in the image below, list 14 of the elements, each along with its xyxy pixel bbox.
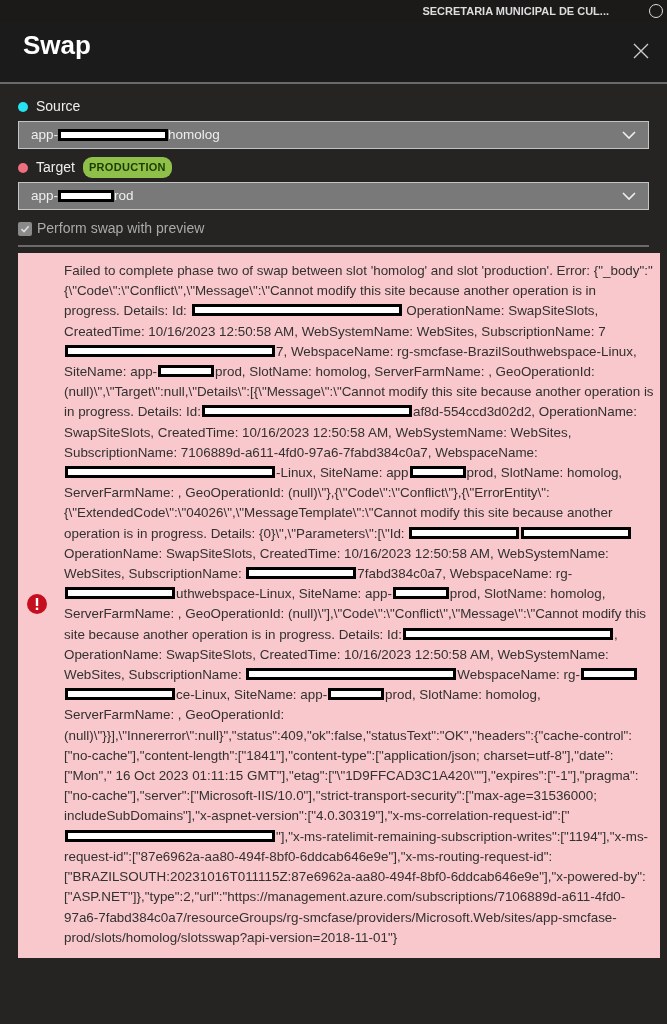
target-dropdown[interactable]: app- rod (18, 182, 649, 210)
source-dropdown[interactable]: app- homolog (18, 121, 649, 149)
source-dot (18, 101, 28, 112)
source-label: Source (36, 97, 81, 116)
environment-badge: PRODUCTION (82, 157, 172, 178)
chevron-down-icon (622, 191, 636, 201)
error-icon (26, 593, 48, 616)
target-label: Target (36, 158, 75, 177)
chevron-down-icon (622, 130, 636, 140)
error-message: Failed to complete phase two of swap between slot 'homolog' and slot 'production'. Error: {"_body":"{\"Code\":\"Conflict\",\"Message\":\"Cannot modify this site because another operation is in progress. Details: Id: OperationName: SwapSiteSlots, CreatedTime: 10/16/2023 12:50:58 AM, WebSystemName: WebSites, SubscriptionName: 7 7, WebspaceName: rg-smcfase-BrazilSouthwebspace-Linux, SiteName: app- prod, SlotName: homolog, ServerFarmName: , GeoOperationId: (null)\",\"Target\":null,\"Details\":[{\"Message\":\"Cannot modify this site because another operation is in progress. Details: Id: af8d-554ccd3d02d2, OperationName: SwapSiteSlots, CreatedTime: 10/16/2023 12:50:58 AM, WebSystemName: WebSites, SubscriptionName: 7106889d-a611-4fd0-97a6-7fabd384c0a7, WebspaceName: -Linux, SiteName: app prod, SlotName: homolog, ServerFarmName: , GeoOperationId: (null)\"},{\"Code\":\"Conflict\"},{\"ErrorEntity\":{\"ExtendedCode\":\"04026\",\"MessageTemplate\":\"Cannot modify this site because another operation is in progress. Details: {0}\",\"Parameters\":[\"Id: OperationName: SwapSiteSlots, CreatedTime: 10/16/2023 12:50:58 AM, WebSystemName: WebSites, SubscriptionName: 7fabd384c0a7, WebspaceName: rg- uthwebspace-Linux, SiteName: app- prod, SlotName: homolog, ServerFarmName: , GeoOperationId: (null)\"],\"Code\":\"Conflict\",\"Message\":\"Cannot modify this site because another operation is in progress. Details: Id: , OperationName: SwapSiteSlots, CreatedTime: 10/16/2023 12:50:58 AM, WebSystemName: WebSites, SubscriptionName: WebspaceName: rg- ce-Linux, SiteName: app- prod, SlotName: homolog, ServerFarmName: , GeoOperationId: (null)\"}}],\"Innererror\":null}","status":409,"ok":false,"statusText":"OK","headers":{"cache-control":["no-cache"],"content-length":["1841"],"content-type":["application/json; charset=utf-8"],"date":["Mon"," 16 Oct 2023 01:11:15 GMT"],"etag":["\"1D9FFCAD3C1A420\""],"expires":["-1"],"pragma":["no-cache"],"server":["Microsoft-IIS/10.0"],"strict-transport-security":["max-age=31536000; includeSubDomains"],"x-aspnet-version":["4.0.30319"],"x-ms-correlation-request-id":[" "],"x-ms-ratelimit-remaining-subscription-writes":["1194"],"x-ms-request-id":["87e6962a-aa80-494f-8bf0-6ddcab646e9e"],"x-ms-routing-request-id":["BRAZILSOUTH:20231016T011115Z:87e6962a-aa80-494f-8bf0-6ddcab646e9e"],"x-powered-by":["ASP.NET"]},"type":2,"url":"https://management.azure.com/subscriptions/7106889d-a611-4fd0-97a6-7fabd384c0a7/resourceGroups/rg-smcfase/providers/Microsoft.Web/sites/app-smcfase-prod/slots/homolog/slotsswap?api-version=2018-11-01"} (64, 262, 654, 947)
panel-title: Swap (23, 30, 91, 62)
checkbox-label: Perform swap with preview (37, 219, 205, 238)
target-dot (18, 162, 28, 173)
close-icon (633, 42, 649, 59)
